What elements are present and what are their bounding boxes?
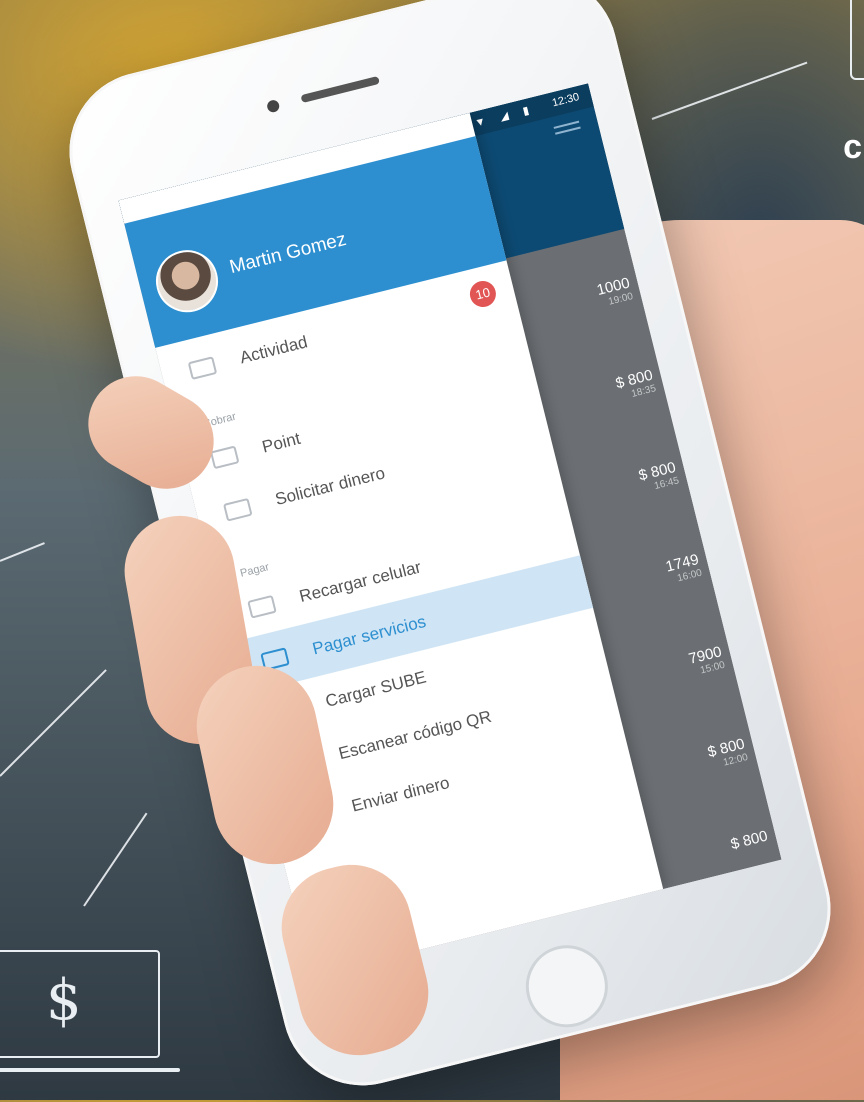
scene: c $ 1000 19:00 $ 800 18:35 $ 800 16:45 1749… xyxy=(0,0,864,1102)
deco-line xyxy=(83,812,148,907)
notification-badge: 10 xyxy=(467,278,499,310)
request-money-icon xyxy=(223,497,253,522)
card-outline-graphic xyxy=(850,0,864,80)
list-amount: 7900 15:00 xyxy=(687,643,727,677)
list-amount: 1749 16:00 xyxy=(664,551,704,585)
list-amount: 1000 19:00 xyxy=(595,274,635,308)
list-amount: $ 800 xyxy=(728,827,770,854)
dollar-icon: $ xyxy=(46,968,82,1033)
deco-line xyxy=(0,669,107,777)
filter-icon[interactable] xyxy=(553,117,582,137)
menu-item-label: Solicitar dinero xyxy=(273,463,387,510)
menu-item-label: Cargar SUBE xyxy=(323,667,429,711)
corner-text: c xyxy=(843,128,862,166)
activity-icon xyxy=(187,356,218,380)
dollar-card-base xyxy=(0,1068,180,1072)
deco-line xyxy=(651,61,808,120)
menu-item-label: Enviar dinero xyxy=(349,772,452,816)
user-name: Martin Gomez xyxy=(227,228,349,279)
status-time: 12:30 xyxy=(550,91,581,110)
list-amount: $ 800 18:35 xyxy=(614,366,658,400)
deco-line xyxy=(0,542,45,562)
menu-item-label: Actividad xyxy=(237,332,310,368)
list-amount: $ 800 16:45 xyxy=(636,458,681,493)
menu-item-label: Point xyxy=(260,428,303,457)
list-amount: $ 800 12:00 xyxy=(705,735,750,769)
phone-topup-icon xyxy=(247,594,277,619)
card-reader-icon xyxy=(209,445,240,470)
avatar[interactable] xyxy=(149,243,225,319)
phone-screen: 1000 19:00 $ 800 18:35 $ 800 16:45 1749 16:0… xyxy=(118,83,782,977)
